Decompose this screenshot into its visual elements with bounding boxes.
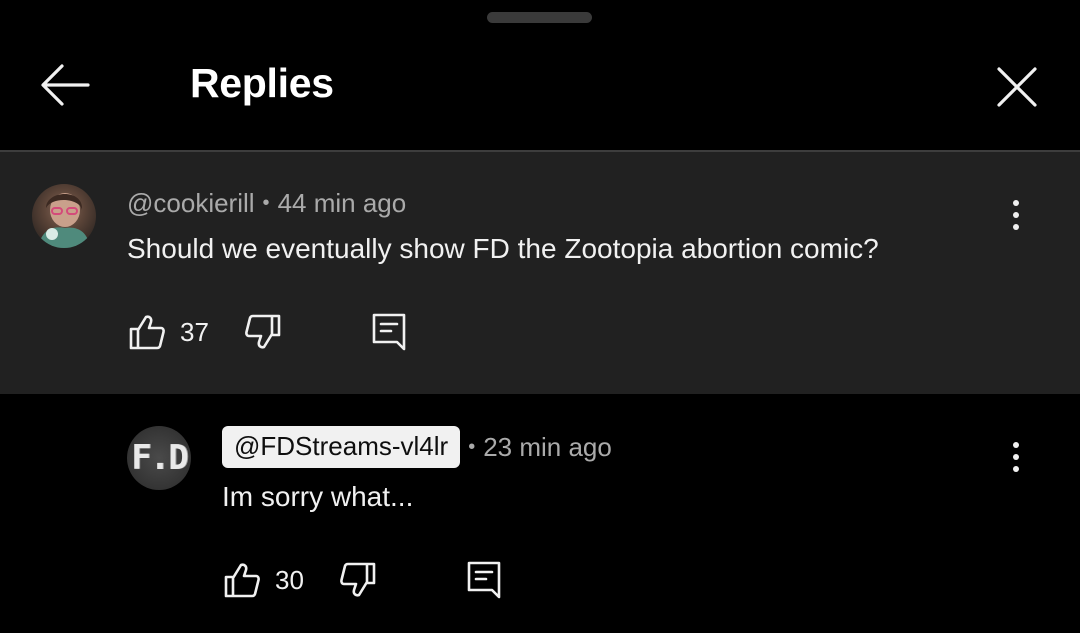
- avatar[interactable]: F.D: [127, 426, 191, 490]
- meta-separator: •: [262, 192, 270, 214]
- comment-icon: [372, 313, 406, 351]
- thumbs-down-icon: [245, 314, 281, 349]
- parent-comment: @cookierill • 44 min ago Should we event…: [0, 152, 1080, 394]
- more-vertical-icon: [1013, 442, 1019, 448]
- like-button[interactable]: [128, 313, 166, 351]
- dislike-button[interactable]: [339, 561, 377, 599]
- more-options-button[interactable]: [1001, 432, 1031, 482]
- author-handle[interactable]: @cookierill: [127, 188, 255, 219]
- like-count: 37: [180, 316, 209, 347]
- avatar-text: F.D: [131, 438, 188, 478]
- comment-meta: @FDStreams-vl4lr • 23 min ago: [222, 426, 612, 468]
- like-count: 30: [275, 564, 304, 595]
- comment-timestamp: 23 min ago: [483, 431, 612, 462]
- thumbs-up-icon: [224, 563, 260, 598]
- creator-author-badge[interactable]: @FDStreams-vl4lr: [222, 426, 461, 468]
- meta-separator: •: [468, 435, 476, 458]
- comment-actions: 30: [223, 560, 502, 600]
- dislike-button[interactable]: [244, 313, 282, 351]
- reply-comment: F.D @FDStreams-vl4lr • 23 min ago Im sor…: [0, 394, 1080, 633]
- avatar[interactable]: [32, 184, 96, 248]
- user-photo-icon: [38, 193, 90, 248]
- replies-screen: Replies @cookierill • 44 min ago Should: [0, 0, 1080, 633]
- comment-text: Should we eventually show FD the Zootopi…: [127, 233, 879, 264]
- arrow-left-icon: [41, 64, 90, 106]
- comment-timestamp: 44 min ago: [277, 188, 407, 218]
- comment-text: Im sorry what...: [222, 481, 414, 512]
- comment-icon: [467, 561, 501, 599]
- close-icon: [997, 67, 1037, 107]
- comment-meta: @cookierill • 44 min ago: [127, 188, 406, 219]
- more-vertical-icon: [1013, 200, 1019, 206]
- thumbs-up-icon: [129, 315, 165, 350]
- like-button[interactable]: [223, 561, 261, 599]
- reply-button[interactable]: [371, 312, 407, 352]
- close-button[interactable]: [990, 60, 1044, 114]
- back-button[interactable]: [36, 58, 94, 112]
- reply-button[interactable]: [466, 560, 502, 600]
- more-options-button[interactable]: [1001, 190, 1031, 240]
- thumbs-down-icon: [340, 562, 376, 597]
- comment-actions: 37: [128, 312, 407, 352]
- drag-handle[interactable]: [487, 12, 592, 23]
- page-title: Replies: [190, 60, 334, 106]
